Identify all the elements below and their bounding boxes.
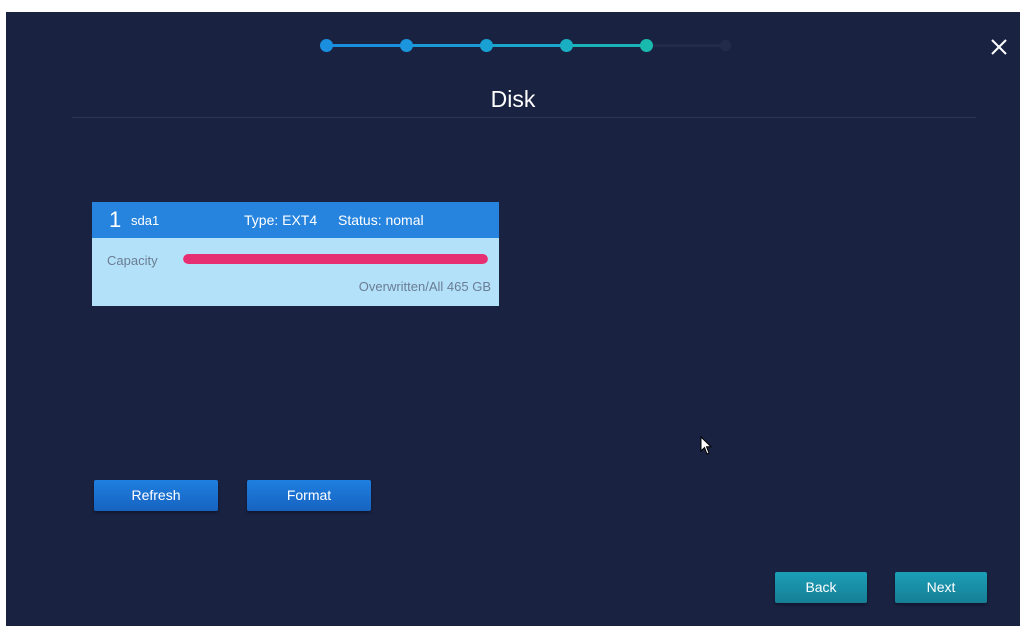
step-connector [646,44,726,47]
step-dot-2 [400,39,413,52]
close-icon [991,39,1007,55]
step-connector [566,44,646,47]
disk-name: sda1 [131,213,160,228]
step-connector [326,44,406,47]
setup-wizard-screen: Disk 1 sda1 Type: EXT4 Status: nomal Cap… [6,12,1020,626]
capacity-label: Capacity [107,253,158,268]
step-dot-5 [640,39,653,52]
disk-card[interactable]: 1 sda1 Type: EXT4 Status: nomal Capacity… [92,202,499,306]
page-title: Disk [490,86,536,112]
refresh-button[interactable]: Refresh [94,480,218,511]
next-button[interactable]: Next [895,572,987,603]
capacity-bar-fill [183,254,488,264]
step-dot-4 [560,39,573,52]
back-button[interactable]: Back [775,572,867,603]
capacity-bar [183,254,488,264]
step-dot-1 [320,39,333,52]
disk-card-header: 1 sda1 Type: EXT4 Status: nomal [92,202,499,238]
step-dot-6 [720,40,731,51]
disk-index: 1 [109,207,122,232]
step-dot-3 [480,39,493,52]
format-button[interactable]: Format [247,480,371,511]
close-button[interactable] [984,32,1014,62]
wizard-progress-stepper [316,38,736,54]
disk-status: Status: nomal [338,212,424,228]
mouse-cursor-icon [700,436,713,455]
disk-type: Type: EXT4 [244,212,318,228]
capacity-text: Overwritten/All 465 GB [358,279,491,294]
title-divider [72,117,976,118]
step-connector [406,44,486,47]
step-connector [486,44,566,47]
